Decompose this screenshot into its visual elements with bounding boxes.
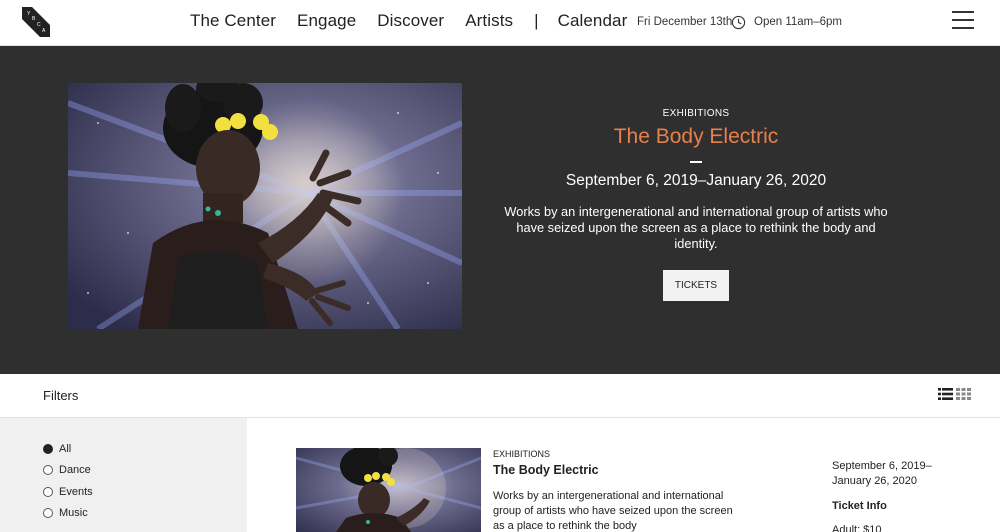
hamburger-menu-icon[interactable]: [952, 11, 974, 31]
radio-icon[interactable]: [43, 444, 53, 454]
clock-icon: [731, 15, 746, 30]
filter-label: Music: [59, 507, 88, 519]
nav-separator: |: [534, 11, 539, 30]
hero-dates: September 6, 2019–January 26, 2020: [565, 171, 827, 189]
hero-text-block: EXHIBITIONS The Body Electric September …: [495, 108, 897, 301]
tickets-button[interactable]: TICKETS: [662, 269, 730, 301]
current-date: Fri December 13th: [637, 16, 733, 28]
ybca-logo[interactable]: Y B C A: [18, 5, 52, 39]
main-nav: The Center Engage Discover Artists | Cal…: [190, 11, 627, 31]
listing-image[interactable]: [296, 448, 481, 532]
radio-icon[interactable]: [43, 508, 53, 518]
listing-dates: September 6, 2019–January 26, 2020: [832, 460, 932, 487]
filter-option-all[interactable]: All: [43, 443, 71, 455]
hero-divider: [690, 161, 702, 163]
hero-description: Works by an intergenerational and intern…: [504, 203, 888, 251]
nav-discover[interactable]: Discover: [377, 11, 444, 31]
filter-option-events[interactable]: Events: [43, 486, 93, 498]
nav-artists[interactable]: Artists: [465, 11, 513, 31]
adult-price: Adult: $10: [832, 524, 882, 532]
filter-label: All: [59, 443, 72, 455]
radio-icon[interactable]: [43, 465, 53, 475]
nav-the-center[interactable]: The Center: [190, 11, 276, 31]
filter-label: Dance: [59, 464, 91, 476]
listing-category: EXHIBITIONS: [493, 449, 551, 459]
grid-view-icon[interactable]: [956, 388, 971, 400]
filter-label: Events: [59, 486, 93, 498]
filter-option-music[interactable]: Music: [43, 507, 88, 519]
list-view-icon[interactable]: [938, 388, 953, 400]
radio-icon[interactable]: [43, 487, 53, 497]
filter-sidebar: All Dance Events Music: [0, 418, 247, 532]
opening-hours: Open 11am–6pm: [754, 16, 843, 28]
featured-hero: EXHIBITIONS The Body Electric September …: [0, 46, 1000, 374]
listing-description: Works by an intergenerational and intern…: [493, 490, 733, 532]
listing-title[interactable]: The Body Electric: [493, 463, 599, 477]
nav-engage[interactable]: Engage: [297, 11, 356, 31]
hero-category: EXHIBITIONS: [662, 108, 730, 119]
svg-text:C: C: [37, 22, 41, 28]
filters-bar: Filters: [0, 374, 1000, 418]
hero-title[interactable]: The Body Electric: [495, 125, 897, 149]
filters-heading: Filters: [43, 388, 79, 403]
ticket-info-heading: Ticket Info: [832, 500, 887, 512]
hero-image[interactable]: [68, 83, 462, 329]
nav-calendar[interactable]: Calendar: [558, 11, 628, 31]
filter-option-dance[interactable]: Dance: [43, 464, 91, 476]
site-header: Y B C A The Center Engage Discover Artis…: [0, 0, 1000, 46]
